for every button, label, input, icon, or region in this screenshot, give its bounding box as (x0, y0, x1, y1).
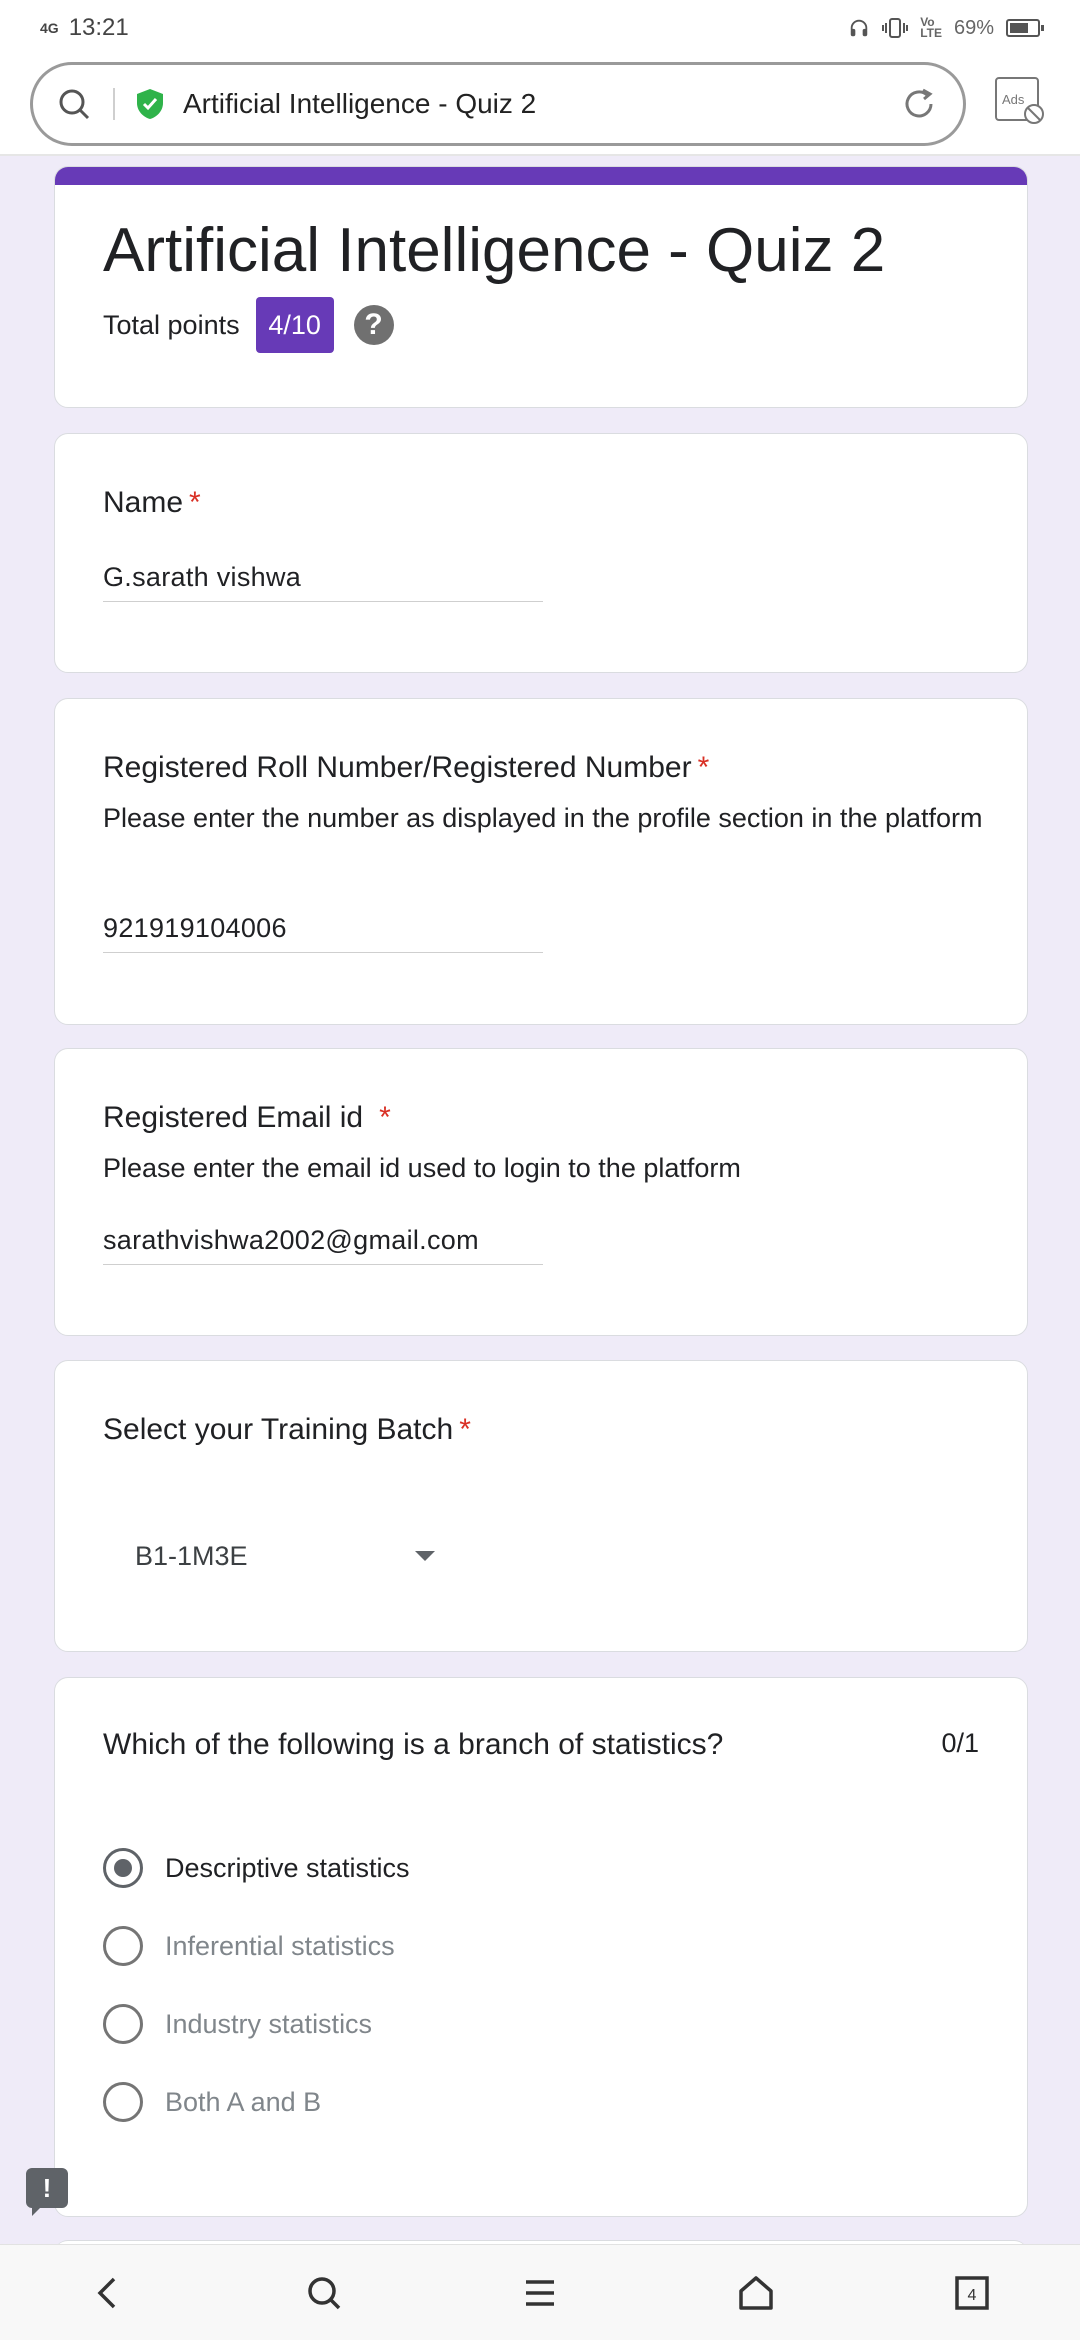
radio-checked-icon[interactable] (103, 1848, 143, 1888)
question-statistics-card: Which of the following is a branch of st… (54, 1677, 1028, 2217)
batch-dropdown[interactable]: B1-1M3E (135, 1531, 435, 1581)
volte-icon: Vo LTE (920, 15, 942, 40)
battery-icon (1006, 19, 1044, 37)
radio-unchecked-icon[interactable] (103, 1926, 143, 1966)
question-batch-card: Select your Training Batch * B1-1M3E (54, 1360, 1028, 1652)
required-asterisk: * (379, 1101, 391, 1134)
battery-percent: 69% (953, 16, 994, 39)
radio-option[interactable]: Descriptive statistics (103, 1848, 410, 1888)
points-label: Total points (103, 309, 240, 340)
menu-button[interactable] (510, 2263, 570, 2323)
question-score: 0/1 (941, 1728, 979, 1758)
total-points: Total points 4/10 ? (103, 297, 394, 353)
accent-bar (55, 167, 1027, 185)
chevron-down-icon (415, 1551, 435, 1561)
headphones-icon (850, 19, 868, 37)
batch-selected-value: B1-1M3E (135, 1540, 248, 1571)
search-icon[interactable] (57, 87, 91, 121)
search-icon (308, 2276, 341, 2309)
url-title: Artificial Intelligence - Quiz 2 (183, 88, 537, 119)
question-label: Registered Email id (103, 1101, 364, 1134)
help-icon[interactable]: ? (353, 305, 394, 345)
radio-unchecked-icon[interactable] (103, 2004, 143, 2044)
menu-icon (526, 2279, 554, 2306)
radio-option[interactable]: Inferential statistics (103, 1926, 395, 1966)
required-asterisk: * (459, 1413, 471, 1446)
roll-number-answer: 921919104006 (103, 913, 543, 953)
system-nav-bar: 4 (0, 2244, 1080, 2340)
search-button[interactable] (294, 2263, 354, 2323)
status-bar: 4G 13:21 Vo LTE 69% (0, 0, 1080, 56)
back-button[interactable] (78, 2263, 138, 2323)
question-label: Select your Training Batch (103, 1413, 454, 1446)
tabs-button[interactable]: 4 (942, 2263, 1002, 2323)
radio-unchecked-icon[interactable] (103, 2082, 143, 2122)
ads-block-icon[interactable]: Ads (994, 76, 1046, 126)
question-title: Registered Email id * (103, 1101, 391, 1135)
email-answer: sarathvishwa2002@gmail.com (103, 1225, 543, 1265)
reload-icon[interactable] (899, 84, 939, 124)
option-label: Inferential statistics (165, 1930, 395, 1961)
question-label: Registered Roll Number/Registered Number (103, 751, 692, 784)
option-label: Both A and B (165, 2086, 322, 2117)
question-roll-card: Registered Roll Number/Registered Number… (54, 698, 1028, 1025)
question-label: Name (103, 486, 184, 519)
divider (113, 88, 115, 120)
question-title: Name * (103, 486, 201, 520)
required-asterisk: * (189, 486, 201, 519)
required-asterisk: * (697, 751, 710, 784)
option-label: Industry statistics (165, 2008, 373, 2039)
network-indicator: 4G (40, 20, 59, 36)
question-title: Which of the following is a branch of st… (103, 1728, 724, 1761)
home-icon (739, 2275, 773, 2310)
question-description: Please enter the email id used to login … (103, 1153, 741, 1183)
question-description: Please enter the number as displayed in … (103, 803, 983, 833)
points-badge: 4/10 (255, 297, 334, 353)
address-bar[interactable]: Artificial Intelligence - Quiz 2 (30, 62, 966, 146)
shield-check-icon (137, 89, 163, 119)
status-time: 13:21 (68, 14, 129, 41)
browser-toolbar: Artificial Intelligence - Quiz 2 Ads (0, 56, 1080, 156)
question-name-card: Name * G.sarath vishwa (54, 433, 1028, 673)
option-label: Descriptive statistics (165, 1852, 410, 1883)
question-title: Select your Training Batch * (103, 1413, 471, 1447)
tabs-icon: 4 (955, 2275, 989, 2310)
svg-text:Ads: Ads (1002, 92, 1025, 107)
home-button[interactable] (726, 2263, 786, 2323)
form-header-card: Artificial Intelligence - Quiz 2 Total p… (54, 166, 1028, 408)
question-title: Registered Roll Number/Registered Number… (103, 751, 709, 785)
radio-option[interactable]: Both A and B (103, 2082, 321, 2122)
question-email-card: Registered Email id * Please enter the em… (54, 1048, 1028, 1336)
svg-text:4: 4 (968, 2287, 977, 2304)
name-answer: G.sarath vishwa (103, 562, 543, 602)
page-title: Artificial Intelligence - Quiz 2 (103, 216, 886, 285)
feedback-icon[interactable]: ! (26, 2168, 68, 2216)
back-icon (97, 2277, 116, 2308)
vibrate-icon (882, 18, 909, 38)
radio-option[interactable]: Industry statistics (103, 2004, 372, 2044)
